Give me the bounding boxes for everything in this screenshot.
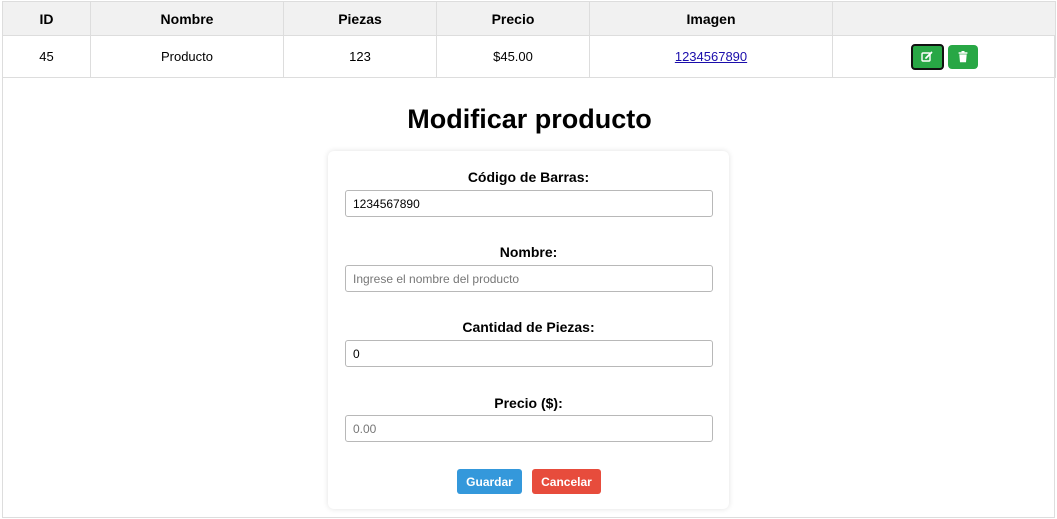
trash-icon: [958, 50, 967, 62]
edit-icon: [921, 51, 933, 62]
quantity-input[interactable]: [345, 340, 713, 367]
edit-product-form: Código de Barras: Nombre: Cantidad de Pi…: [328, 151, 729, 509]
row-actions: [833, 43, 1055, 70]
column-header-imagen: Imagen: [589, 1, 833, 36]
cell-precio: $45.00: [436, 35, 590, 78]
price-label: Precio ($):: [494, 395, 563, 411]
cell-nombre: Producto: [90, 35, 284, 78]
table-row: 45 Producto 123 $45.00 1234567890: [2, 35, 1056, 78]
name-input[interactable]: [345, 265, 713, 292]
quantity-label: Cantidad de Piezas:: [462, 319, 595, 335]
barcode-label: Código de Barras:: [467, 169, 590, 185]
cell-id: 45: [2, 35, 91, 78]
products-table: ID Nombre Piezas Precio Imagen 45 Produc…: [2, 1, 1056, 78]
column-header-id: ID: [2, 1, 91, 36]
cell-actions: [832, 35, 1056, 78]
barcode-input[interactable]: [345, 190, 713, 217]
image-link[interactable]: 1234567890: [675, 49, 747, 64]
edit-button[interactable]: [910, 43, 944, 70]
save-button[interactable]: Guardar: [457, 469, 522, 494]
cancel-button[interactable]: Cancelar: [532, 469, 601, 494]
name-label: Nombre:: [499, 244, 558, 260]
column-header-actions: [832, 1, 1056, 36]
price-input[interactable]: [345, 415, 713, 442]
cell-imagen: 1234567890: [589, 35, 833, 78]
column-header-precio: Precio: [436, 1, 590, 36]
cell-piezas: 123: [283, 35, 437, 78]
delete-button[interactable]: [947, 44, 978, 69]
table-header-row: ID Nombre Piezas Precio Imagen: [2, 1, 1056, 36]
column-header-nombre: Nombre: [90, 1, 284, 36]
form-title: Modificar producto: [407, 104, 652, 134]
column-header-piezas: Piezas: [283, 1, 437, 36]
